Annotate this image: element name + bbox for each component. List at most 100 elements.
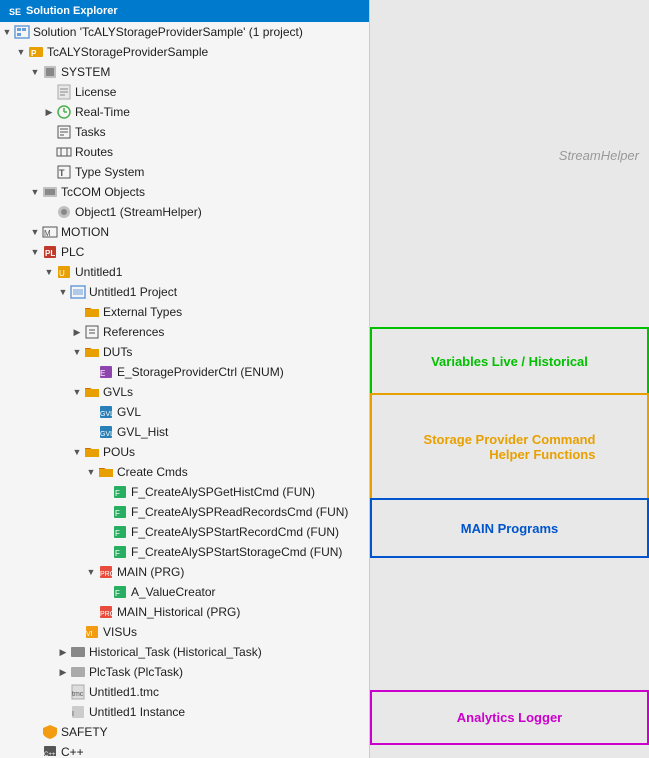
svg-text:PRG: PRG (100, 611, 114, 618)
tree-panel: SE Solution Explorer ▼Solution 'TcALYSto… (0, 0, 370, 758)
tree-item[interactable]: ▶References (0, 322, 369, 342)
tree-item[interactable]: EE_StorageProviderCtrl (ENUM) (0, 362, 369, 382)
tree-item[interactable]: ▼TcCOM Objects (0, 182, 369, 202)
svg-text:M: M (44, 229, 51, 238)
tmc-icon: tmc (70, 684, 86, 700)
tree-item[interactable]: License (0, 82, 369, 102)
tree-item[interactable]: ▼UUntitled1 (0, 262, 369, 282)
tree-item-label: PLC (61, 243, 84, 261)
tree-item-label: Create Cmds (117, 463, 188, 481)
expand-right-icon[interactable]: ▶ (42, 105, 56, 119)
cpp-icon: C++ (42, 744, 58, 756)
tree-item-label: F_CreateAlySPGetHistCmd (FUN) (131, 483, 315, 501)
enum-icon: E (98, 364, 114, 380)
func-icon: F (112, 504, 128, 520)
tree-item-label: Tasks (75, 123, 106, 141)
expand-down-icon[interactable]: ▼ (70, 345, 84, 359)
tree-item[interactable]: ▶ PlcTask (PlcTask) (0, 662, 369, 682)
annotation-panel: StreamHelper Variables Live / Historical… (370, 0, 649, 758)
expand-down-icon[interactable]: ▼ (70, 385, 84, 399)
plc-icon: PL (42, 244, 58, 260)
expand-down-icon[interactable]: ▼ (28, 225, 42, 239)
tree-item[interactable]: GVLGVL (0, 402, 369, 422)
tree-item[interactable]: TType System (0, 162, 369, 182)
expand-down-icon[interactable]: ▼ (14, 45, 28, 59)
tree-item[interactable]: PRGMAIN_Historical (PRG) (0, 602, 369, 622)
func-icon: F (112, 524, 128, 540)
tree-item[interactable]: ▼PTcALYStorageProviderSample (0, 42, 369, 62)
expand-down-icon[interactable]: ▼ (84, 465, 98, 479)
tree-item-label: GVLs (103, 383, 133, 401)
motion-icon: M (42, 224, 58, 240)
expand-down-icon[interactable]: ▼ (56, 285, 70, 299)
tree-item[interactable]: GVLGVL_Hist (0, 422, 369, 442)
tree-item[interactable]: IUntitled1 Instance (0, 702, 369, 722)
expand-right-icon[interactable]: ▶ (70, 325, 84, 339)
tasks-icon (56, 124, 72, 140)
tree-item-label: Solution 'TcALYStorageProviderSample' (1… (33, 23, 303, 41)
expand-down-icon[interactable]: ▼ (42, 265, 56, 279)
tree-item-label: GVL (117, 403, 141, 421)
tree-item-label: Real-Time (75, 103, 130, 121)
tree-item-label: TcALYStorageProviderSample (47, 43, 208, 61)
task-icon (70, 664, 86, 680)
tree-item[interactable]: Object1 (StreamHelper) (0, 202, 369, 222)
tree-item-label: POUs (103, 443, 135, 461)
tree-item[interactable]: ▼SYSTEM (0, 62, 369, 82)
expand-right-icon[interactable]: ▶ (56, 645, 70, 659)
expand-down-icon[interactable]: ▼ (28, 65, 42, 79)
tree-item[interactable]: FF_CreateAlySPStartRecordCmd (FUN) (0, 522, 369, 542)
gvl-icon: GVL (98, 404, 114, 420)
tree-item[interactable]: ▼ Create Cmds (0, 462, 369, 482)
realtime-icon (56, 104, 72, 120)
tree-item[interactable]: tmcUntitled1.tmc (0, 682, 369, 702)
tree-item[interactable]: Routes (0, 142, 369, 162)
instance-icon: I (70, 704, 86, 720)
func-icon: F (112, 544, 128, 560)
expand-down-icon[interactable]: ▼ (28, 245, 42, 259)
tree-item-label: C++ (61, 743, 84, 756)
expand-right-icon[interactable]: ▶ (56, 665, 70, 679)
tree-item[interactable]: FF_CreateAlySPStartStorageCmd (FUN) (0, 542, 369, 562)
tree-item[interactable]: ▼DUTs (0, 342, 369, 362)
expand-down-icon[interactable]: ▼ (28, 185, 42, 199)
tree-item-label: F_CreateAlySPStartRecordCmd (FUN) (131, 523, 339, 541)
tree-item-label: External Types (103, 303, 182, 321)
tree-item-label: F_CreateAlySPReadRecordsCmd (FUN) (131, 503, 348, 521)
tree-item[interactable]: ▶Historical_Task (Historical_Task) (0, 642, 369, 662)
tree-item[interactable]: FA_ValueCreator (0, 582, 369, 602)
svg-text:GVL: GVL (100, 411, 114, 418)
tree-item-label: PlcTask (PlcTask) (89, 663, 183, 681)
tree-item[interactable]: ▼ POUs (0, 442, 369, 462)
untitled-proj-icon (70, 284, 86, 300)
safety-icon (42, 724, 58, 740)
tree-item-label: VISUs (103, 623, 137, 641)
tree-item[interactable]: ▼PRGMAIN (PRG) (0, 562, 369, 582)
svg-text:F: F (115, 489, 120, 498)
storage-annotation-label: Storage Provider Command Helper Function… (424, 432, 596, 462)
tree-item[interactable]: SAFETY (0, 722, 369, 742)
tree-item[interactable]: ▼ Solution 'TcALYStorageProviderSample' (… (0, 22, 369, 42)
expand-down-icon[interactable]: ▼ (0, 25, 14, 39)
tree-item[interactable]: FF_CreateAlySPReadRecordsCmd (FUN) (0, 502, 369, 522)
tree-item-label: Object1 (StreamHelper) (75, 203, 202, 221)
tree-item[interactable]: Tasks (0, 122, 369, 142)
tree-item[interactable]: ▼ GVLs (0, 382, 369, 402)
tree-item[interactable]: ▼Untitled1 Project (0, 282, 369, 302)
expand-down-icon[interactable]: ▼ (84, 565, 98, 579)
tree-item-label: MAIN (PRG) (117, 563, 184, 581)
tree-item-label: Routes (75, 143, 113, 161)
tree-item[interactable]: External Types (0, 302, 369, 322)
tree-item[interactable]: VIVISUs (0, 622, 369, 642)
routes-icon (56, 144, 72, 160)
tree-item[interactable]: F F_CreateAlySPGetHistCmd (FUN) (0, 482, 369, 502)
tree-item[interactable]: ▼PLPLC (0, 242, 369, 262)
tree-item[interactable]: ▶ Real-Time (0, 102, 369, 122)
storage-annotation-box: Storage Provider Command Helper Function… (370, 393, 649, 500)
tree-item-label: Untitled1.tmc (89, 683, 159, 701)
tree-item[interactable]: ▼MMOTION (0, 222, 369, 242)
variables-annotation-label: Variables Live / Historical (431, 354, 588, 369)
expand-down-icon[interactable]: ▼ (70, 445, 84, 459)
tree-item[interactable]: C++C++ (0, 742, 369, 756)
tree-content[interactable]: ▼ Solution 'TcALYStorageProviderSample' (… (0, 22, 369, 756)
